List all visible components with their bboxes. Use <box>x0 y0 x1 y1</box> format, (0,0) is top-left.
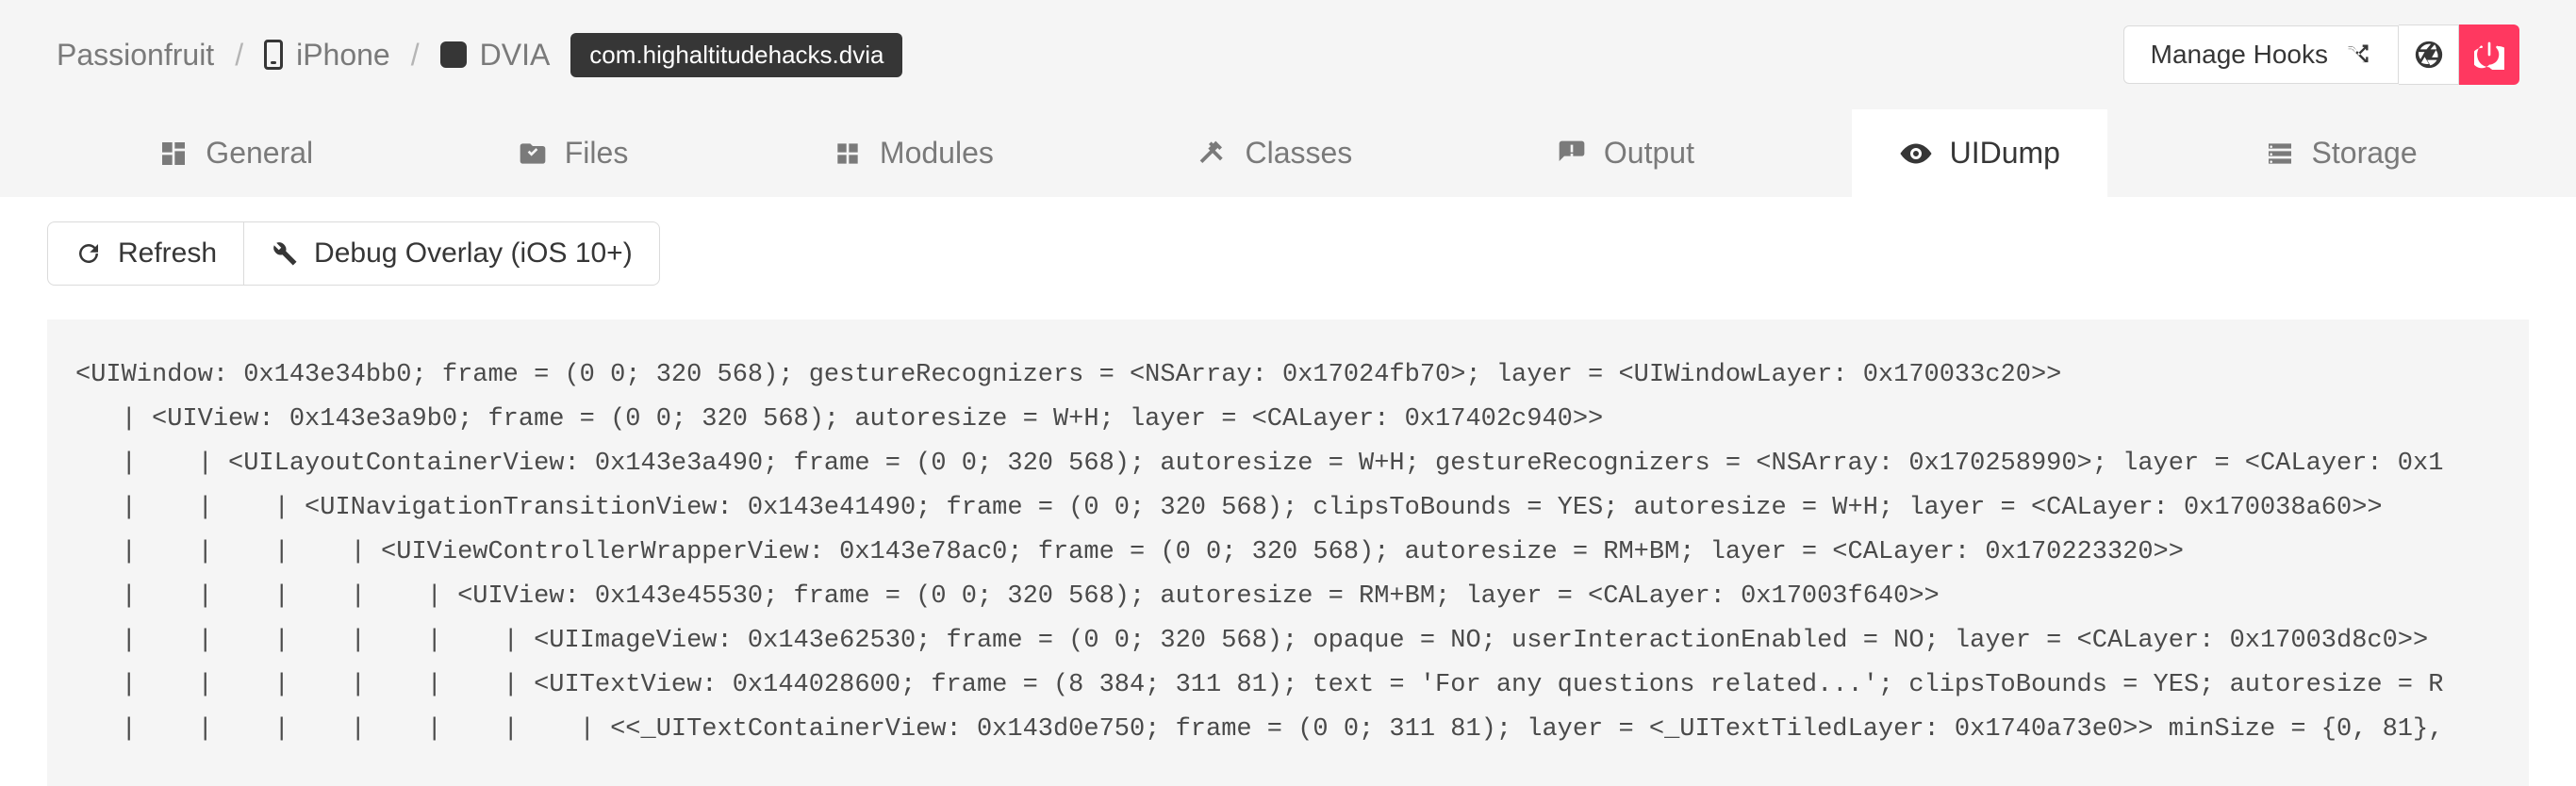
ui-dump-output: <UIWindow: 0x143e34bb0; frame = (0 0; 32… <box>47 319 2529 786</box>
breadcrumb-device-label: iPhone <box>296 38 390 73</box>
storage-icon <box>2265 139 2295 169</box>
manage-hooks-label: Manage Hooks <box>2151 40 2328 70</box>
debug-overlay-button[interactable]: Debug Overlay (iOS 10+) <box>244 221 660 286</box>
tab-label: Storage <box>2312 136 2418 171</box>
breadcrumb-device[interactable]: iPhone <box>264 38 390 73</box>
breadcrumb: Passionfruit / iPhone / DVIA com.highalt… <box>57 33 902 77</box>
dashboard-icon <box>158 139 189 169</box>
breadcrumb-app[interactable]: DVIA <box>440 38 551 73</box>
dump-container: <UIWindow: 0x143e34bb0; frame = (0 0; 32… <box>0 310 2576 786</box>
tab-output[interactable]: Output <box>1510 109 1742 197</box>
tab-modules[interactable]: Modules <box>785 109 1041 197</box>
tab-classes[interactable]: Classes <box>1150 109 1399 197</box>
tab-storage[interactable]: Storage <box>2218 109 2465 197</box>
manage-hooks-button[interactable]: Manage Hooks <box>2123 25 2399 84</box>
tab-label: Modules <box>880 136 994 171</box>
power-icon <box>2474 40 2504 70</box>
tab-files[interactable]: Files <box>471 109 676 197</box>
power-button[interactable] <box>2459 25 2519 85</box>
wrench-icon <box>271 239 299 268</box>
tab-label: UIDump <box>1950 136 2060 171</box>
folder-icon <box>518 139 548 169</box>
debug-overlay-label: Debug Overlay (iOS 10+) <box>314 237 633 270</box>
breadcrumb-app-label: DVIA <box>480 38 551 73</box>
breadcrumb-sep: / <box>235 38 243 73</box>
phone-icon <box>264 40 283 70</box>
breadcrumb-root[interactable]: Passionfruit <box>57 38 214 73</box>
tab-label: General <box>206 136 313 171</box>
aperture-button[interactable] <box>2399 25 2459 85</box>
output-icon <box>1557 139 1587 169</box>
app-icon <box>440 41 467 68</box>
aperture-icon <box>2413 39 2445 71</box>
bundle-id-pill: com.highaltitudehacks.dvia <box>570 33 902 77</box>
tab-label: Files <box>565 136 629 171</box>
header-bar: Passionfruit / iPhone / DVIA com.highalt… <box>0 0 2576 109</box>
header-actions: Manage Hooks <box>2123 25 2519 85</box>
eye-icon <box>1899 137 1933 171</box>
tab-label: Output <box>1604 136 1694 171</box>
refresh-button[interactable]: Refresh <box>47 221 244 286</box>
tab-uidump[interactable]: UIDump <box>1852 109 2107 197</box>
refresh-icon <box>74 239 103 268</box>
tab-general[interactable]: General <box>111 109 360 197</box>
shuffle-icon <box>2345 41 2371 68</box>
breadcrumb-sep: / <box>411 38 420 73</box>
toolbar: Refresh Debug Overlay (iOS 10+) <box>0 197 2576 310</box>
tabs-bar: General Files Modules Classes Output <box>0 109 2576 197</box>
tab-label: Classes <box>1245 136 1352 171</box>
refresh-label: Refresh <box>118 237 217 270</box>
modules-icon <box>833 139 863 169</box>
gavel-icon <box>1197 139 1228 169</box>
